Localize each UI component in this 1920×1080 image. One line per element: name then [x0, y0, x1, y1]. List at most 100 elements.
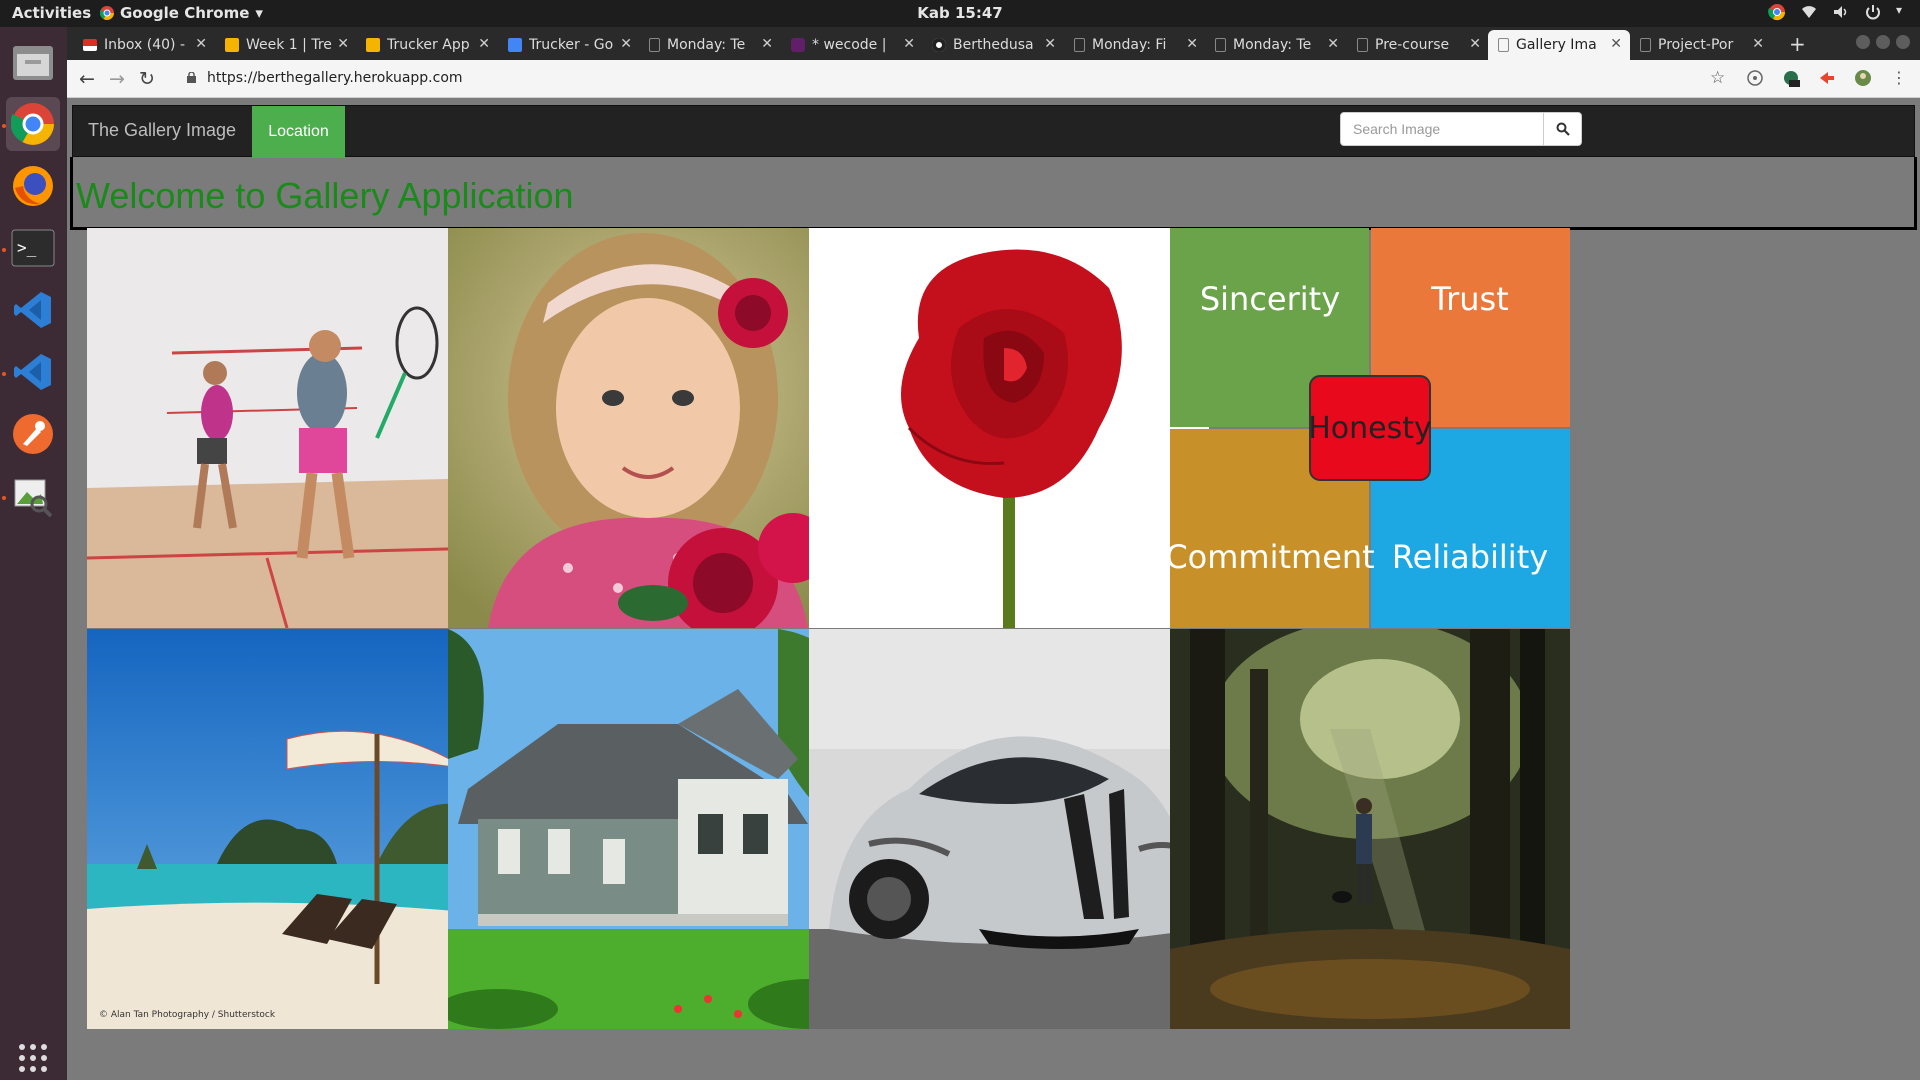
page-icon [1498, 38, 1509, 52]
toolbar-actions: ☆ ⋮ [1710, 69, 1908, 87]
volume-icon[interactable] [1832, 3, 1850, 21]
menu-icon[interactable]: ⋮ [1890, 69, 1908, 87]
vscode-app-icon[interactable] [6, 283, 60, 337]
image-viewer-app-icon[interactable] [6, 469, 60, 523]
value-word: Reliability [1392, 538, 1548, 576]
reload-icon[interactable]: ↻ [139, 68, 155, 90]
browser-tab[interactable]: Trucker - Go ✕ [498, 30, 640, 60]
show-applications-icon[interactable] [6, 1031, 60, 1080]
github-icon [932, 38, 946, 52]
system-top-bar: Activities Google Chrome ▾ Kab 15:47 ▾ [0, 0, 1920, 27]
wifi-icon[interactable] [1800, 3, 1818, 21]
close-tab-icon[interactable]: ✕ [478, 36, 490, 52]
extension-icon[interactable] [1746, 69, 1764, 87]
site-brand[interactable]: The Gallery Image [88, 120, 236, 141]
chrome-icon [100, 6, 114, 20]
firefox-app-icon[interactable] [6, 159, 60, 213]
browser-tab[interactable]: Week 1 | Tre ✕ [215, 30, 357, 60]
search-input[interactable] [1340, 112, 1544, 146]
value-word: Commitment [1170, 538, 1375, 576]
files-app-icon[interactable] [6, 35, 60, 89]
running-indicator [2, 372, 6, 376]
browser-tab-title: Trucker - Go [529, 37, 614, 53]
search-button[interactable] [1544, 112, 1582, 146]
value-word: Honesty [1308, 411, 1432, 446]
close-tab-icon[interactable]: ✕ [1186, 36, 1198, 52]
chevron-down-icon[interactable]: ▾ [1896, 3, 1906, 21]
close-tab-icon[interactable]: ✕ [761, 36, 773, 52]
back-arrow-icon[interactable]: ← [79, 68, 95, 90]
extension-icon[interactable] [1818, 69, 1836, 87]
browser-tab-title: Project-Por [1658, 37, 1734, 53]
activities-button[interactable]: Activities [12, 4, 91, 22]
chrome-app-icon[interactable] [6, 97, 60, 151]
page-icon [1640, 38, 1651, 52]
vscode-app-icon[interactable] [6, 345, 60, 399]
browser-tab-title: Trucker App [387, 37, 470, 53]
browser-tab[interactable]: Monday: Te ✕ [1205, 30, 1347, 60]
browser-tab-title: Monday: Te [667, 37, 746, 53]
forward-arrow-icon[interactable]: → [109, 68, 125, 90]
close-tab-icon[interactable]: ✕ [195, 36, 207, 52]
close-tab-icon[interactable]: ✕ [903, 36, 915, 52]
close-tab-icon[interactable]: ✕ [1610, 36, 1622, 52]
browser-tab[interactable]: Trucker App ✕ [356, 30, 498, 60]
close-tab-icon[interactable]: ✕ [1044, 36, 1056, 52]
chrome-status-icon[interactable] [1768, 3, 1786, 21]
gallery-image-values[interactable]: Sincerity Trust Honesty Commitment Relia… [1170, 228, 1570, 628]
page-icon [1074, 38, 1085, 52]
address-bar[interactable]: https://berthegallery.herokuapp.com [207, 70, 463, 86]
value-word: Sincerity [1200, 280, 1340, 318]
gallery-image-rose[interactable] [809, 228, 1209, 628]
close-tab-icon[interactable]: ✕ [337, 36, 349, 52]
browser-tab-title: Monday: Fi [1092, 37, 1167, 53]
browser-tab-title: Gallery Ima [1516, 37, 1597, 53]
browser-tab-title: * wecode | [812, 37, 887, 53]
slides-icon [225, 38, 239, 52]
close-tab-icon[interactable]: ✕ [1752, 36, 1764, 52]
browser-tab[interactable]: * wecode | ✕ [781, 30, 923, 60]
browser-tab-title: Monday: Te [1233, 37, 1312, 53]
close-tab-icon[interactable]: ✕ [620, 36, 632, 52]
close-tab-icon[interactable]: ✕ [1469, 36, 1481, 52]
browser-tab-title: Pre-course [1375, 37, 1450, 53]
browser-tab[interactable]: Project-Por ✕ [1630, 30, 1772, 60]
running-indicator [2, 496, 6, 500]
page-icon [1357, 38, 1368, 52]
system-tray[interactable]: ▾ [1768, 3, 1906, 21]
app-menu-label: Google Chrome [120, 4, 250, 22]
clock[interactable]: Kab 15:47 [0, 4, 1920, 22]
bookmark-star-icon[interactable]: ☆ [1710, 69, 1728, 87]
gallery-image-beach[interactable]: © Alan Tan Photography / Shutterstock [87, 629, 487, 1029]
close-tab-icon[interactable]: ✕ [1327, 36, 1339, 52]
extension-icon[interactable] [1782, 69, 1800, 87]
browser-tab[interactable]: Monday: Fi ✕ [1064, 30, 1206, 60]
minimize-button[interactable] [1856, 35, 1870, 49]
gallery-image-forest[interactable] [1170, 629, 1570, 1029]
browser-tab[interactable]: Berthedusa ✕ [922, 30, 1064, 60]
location-nav-button[interactable]: Location [252, 106, 345, 158]
power-icon[interactable] [1864, 3, 1882, 21]
gallery-image-house[interactable] [448, 629, 848, 1029]
gallery-image-car[interactable] [809, 629, 1209, 1029]
close-window-button[interactable] [1896, 35, 1910, 49]
running-indicator [2, 248, 6, 252]
running-indicator [2, 124, 6, 128]
gallery-image-squash[interactable] [87, 228, 487, 628]
chevron-down-icon: ▾ [255, 4, 263, 22]
postman-app-icon[interactable] [6, 407, 60, 461]
new-tab-button[interactable]: + [1789, 32, 1806, 56]
gallery-image-girl[interactable] [448, 228, 848, 628]
value-word: Trust [1430, 280, 1509, 318]
browser-tab[interactable]: Inbox (40) - ✕ [73, 30, 215, 60]
lock-icon[interactable] [187, 72, 196, 83]
profile-avatar[interactable] [1854, 69, 1872, 87]
app-menu[interactable]: Google Chrome ▾ [100, 4, 263, 22]
browser-tab[interactable]: Pre-course ✕ [1347, 30, 1489, 60]
terminal-app-icon[interactable]: >_ [6, 221, 60, 275]
docs-icon [508, 38, 522, 52]
browser-tab[interactable]: Monday: Te ✕ [639, 30, 781, 60]
browser-tab[interactable]: Gallery Ima ✕ [1488, 30, 1630, 60]
maximize-button[interactable] [1876, 35, 1890, 49]
launcher-dock: >_ [0, 27, 67, 1080]
